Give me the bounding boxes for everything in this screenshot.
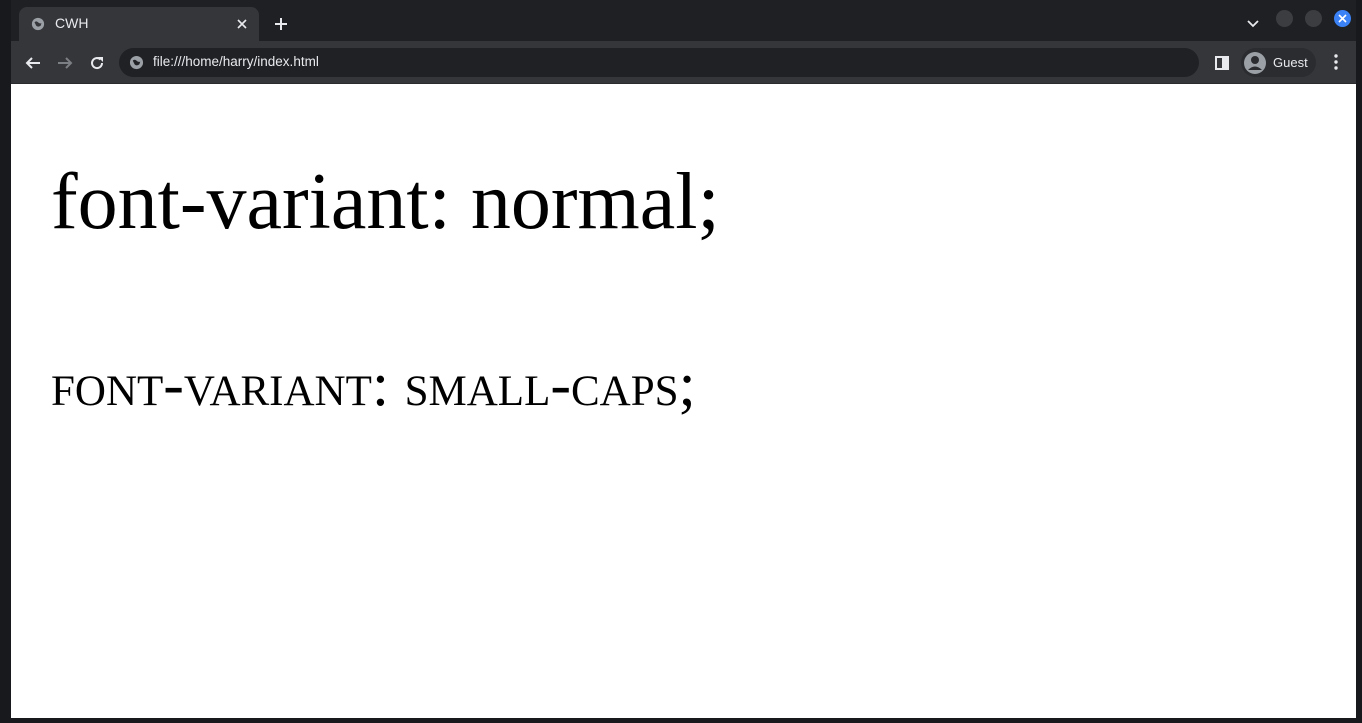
window-close-button[interactable] [1334, 10, 1351, 27]
close-icon [1338, 14, 1347, 23]
desktop-edge-bottom [11, 718, 1356, 723]
plus-icon [275, 18, 287, 30]
tab-strip: CWH [11, 0, 1356, 41]
font-variant-normal-text: font-variant: normal; [51, 158, 720, 246]
window-maximize-button[interactable] [1305, 10, 1322, 27]
page-viewport: font-variant: normal; font-variant: smal… [11, 84, 1356, 718]
forward-button[interactable] [52, 50, 78, 76]
reload-button[interactable] [84, 50, 110, 76]
desktop-edge-right [1356, 0, 1362, 723]
chevron-down-icon [1247, 20, 1259, 28]
tab-active[interactable]: CWH [19, 7, 259, 41]
more-vert-icon [1334, 54, 1338, 70]
tab-title: CWH [55, 15, 89, 31]
desktop-edge-left [0, 0, 11, 723]
profile-button[interactable]: Guest [1241, 48, 1316, 77]
browser-toolbar: file:///home/harry/index.html Guest [11, 41, 1356, 84]
address-url[interactable]: file:///home/harry/index.html [153, 54, 319, 69]
side-panel-button[interactable] [1211, 52, 1233, 74]
close-icon [237, 19, 247, 29]
info-icon[interactable] [129, 55, 144, 70]
side-panel-icon [1215, 56, 1229, 70]
tab-close-button[interactable] [233, 15, 251, 33]
address-bar[interactable]: file:///home/harry/index.html [119, 48, 1199, 77]
window-minimize-button[interactable] [1276, 10, 1293, 27]
profile-label: Guest [1273, 55, 1308, 70]
browser-menu-button[interactable] [1325, 51, 1347, 73]
arrow-left-icon [25, 57, 40, 69]
back-button[interactable] [20, 50, 46, 76]
font-variant-smallcaps-text: font-variant: small-caps; [51, 351, 696, 419]
globe-icon [31, 17, 45, 31]
new-tab-button[interactable] [269, 12, 293, 36]
arrow-right-icon [58, 57, 73, 69]
reload-icon [91, 57, 104, 70]
person-icon [1244, 51, 1266, 74]
tab-search-button[interactable] [1241, 12, 1265, 36]
